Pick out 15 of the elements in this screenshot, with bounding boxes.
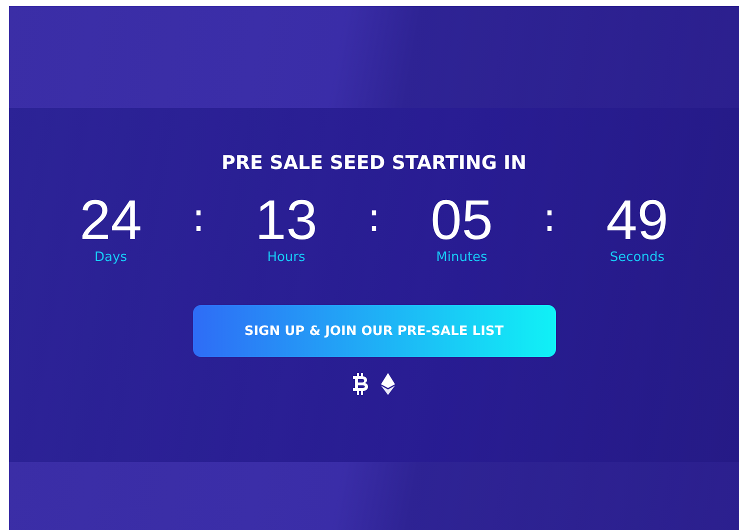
time-separator: :: [542, 194, 556, 243]
countdown-number: 49: [606, 190, 668, 250]
countdown-unit-label: Seconds: [610, 250, 665, 265]
countdown-unit-label: Hours: [267, 250, 306, 265]
countdown-number: 05: [430, 190, 493, 250]
diamond-icon: [381, 373, 395, 395]
countdown-heading: PRE SALE SEED STARTING IN: [221, 152, 527, 174]
signup-button[interactable]: SIGN UP & JOIN OUR PRE-SALE LIST: [192, 305, 556, 357]
time-separator: :: [367, 194, 381, 243]
countdown-number: 24: [80, 190, 142, 250]
countdown-number: 13: [255, 190, 318, 250]
countdown-unit-label: Days: [94, 250, 127, 265]
time-separator: :: [192, 194, 206, 243]
bitcoin-icon: [353, 373, 369, 395]
countdown-unit-label: Minutes: [436, 250, 488, 265]
